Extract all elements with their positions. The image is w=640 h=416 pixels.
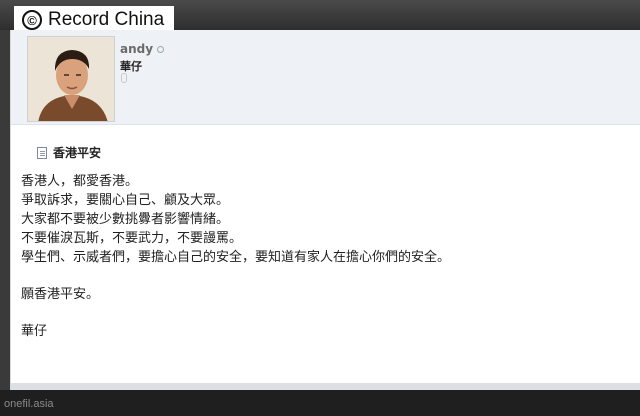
copyright-icon: © bbox=[22, 10, 42, 30]
post-line: 願香港平安。 bbox=[21, 287, 100, 302]
card-footer bbox=[11, 383, 640, 390]
document-icon bbox=[37, 146, 47, 159]
user-name-row: andy bbox=[120, 42, 165, 56]
avatar[interactable] bbox=[27, 36, 115, 122]
record-china-watermark: © Record China bbox=[14, 6, 175, 32]
post-line: 不要催淚瓦斯，不要武力，不要謾罵。 bbox=[21, 231, 243, 246]
post-line: 香港人，都愛香港。 bbox=[21, 174, 139, 189]
post-title[interactable]: 香港平安 bbox=[53, 144, 101, 161]
post-card: andy 華仔 香港平安 香港人，都愛香港。 爭取訴求，要關心自己、顧及大眾。 … bbox=[10, 30, 640, 390]
post-body: 香港人，都愛香港。 爭取訴求，要關心自己、顧及大眾。 大家都不要被少數挑釁者影響… bbox=[21, 172, 621, 341]
avatar-photo bbox=[28, 37, 114, 121]
watermark-text: Record China bbox=[48, 9, 165, 30]
post-line: 學生們、示威者們，要擔心自己的安全，要知道有家人在擔心你們的安全。 bbox=[21, 250, 451, 265]
post-signature: 華仔 bbox=[21, 324, 48, 339]
bottom-strip bbox=[0, 390, 640, 416]
post-title-row: 香港平安 bbox=[37, 144, 101, 161]
profile-header: andy 華仔 bbox=[11, 30, 640, 125]
username-link[interactable]: andy bbox=[120, 42, 153, 56]
status-dot-icon bbox=[157, 45, 165, 53]
post-line: 爭取訴求，要關心自己、顧及大眾。 bbox=[21, 193, 230, 208]
screenshot-frame: © Record China andy 華仔 香港平安 香港人，都愛香港。 爭取… bbox=[0, 0, 640, 416]
source-watermark: onefil.asia bbox=[4, 398, 54, 410]
post-line: 大家都不要被少數挑釁者影響情緒。 bbox=[21, 212, 230, 227]
gender-icon bbox=[121, 73, 127, 83]
user-alias: 華仔 bbox=[120, 60, 142, 73]
